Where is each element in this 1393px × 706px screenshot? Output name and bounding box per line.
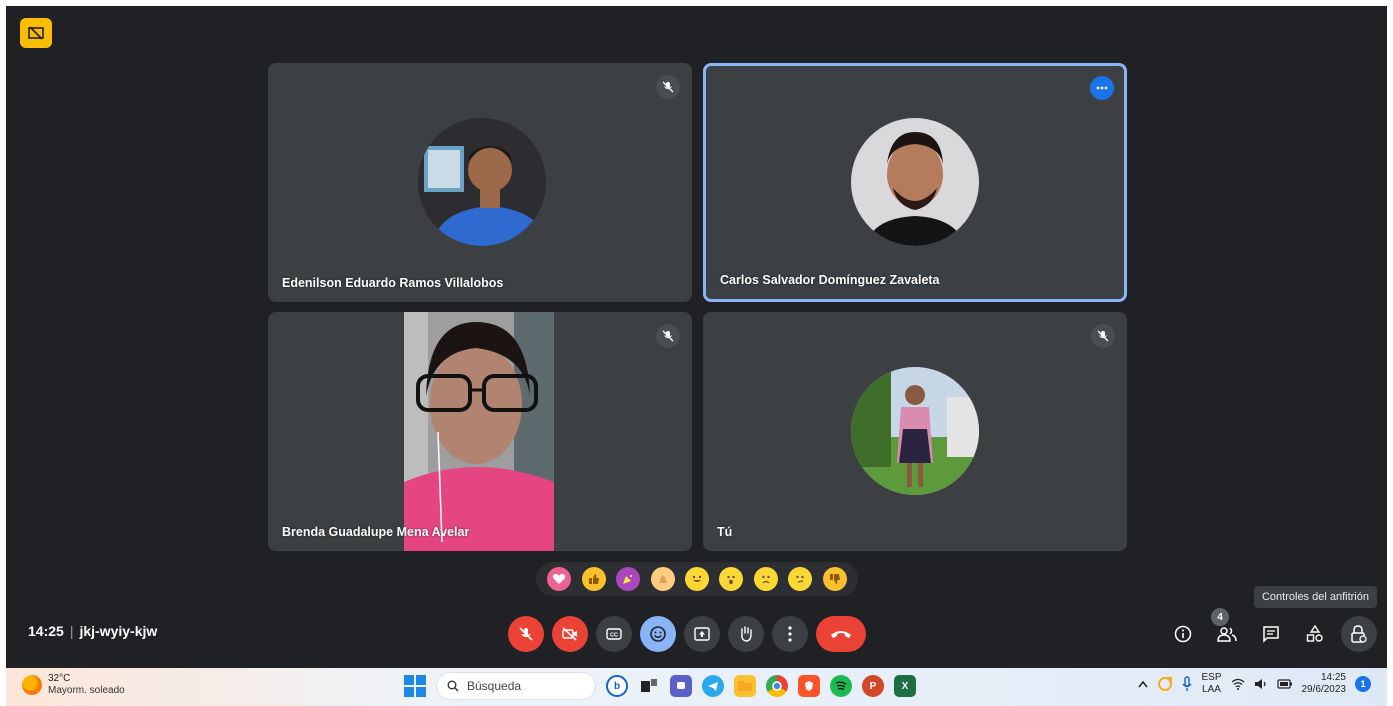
mic-off-icon [1091,324,1115,348]
screen: Edenilson Eduardo Ramos Villalobos Carlo… [0,0,1393,706]
participant-avatar [851,118,979,246]
mic-off-icon [656,75,680,99]
emoji-icon [650,626,666,642]
file-explorer-icon[interactable] [734,675,756,697]
battery-icon[interactable] [1276,678,1293,690]
search-placeholder: Búsqueda [467,679,522,693]
mic-off-icon [519,627,533,641]
call-controls: CC [508,614,866,654]
system-tray: ESP LAA 14:25 29/6/2023 1 [1138,672,1371,696]
clock-date: 29/6/2023 [1301,684,1347,695]
meeting-time: 14:25 [28,623,64,639]
camera-off-button[interactable] [552,616,588,652]
activities-icon [1306,625,1323,642]
separator: | [69,623,74,639]
taskbar-clock[interactable]: 14:25 29/6/2023 [1302,672,1347,696]
raise-hand-icon [741,626,752,642]
weather-widget[interactable]: 32°C Mayorm. soleado [22,673,125,697]
clock-time: 14:25 [1320,672,1346,683]
language-code: ESP [1201,672,1222,683]
participant-name: Edenilson Eduardo Ramos Villalobos [282,276,504,290]
mic-off-icon [656,324,680,348]
participant-video [404,312,554,551]
notification-badge[interactable]: 1 [1355,676,1371,692]
tears-of-joy-icon[interactable] [684,567,709,591]
host-controls-button[interactable] [1341,616,1377,652]
taskbar-search[interactable]: Búsqueda [436,672,596,700]
chat-button[interactable] [1253,616,1289,652]
leave-call-button[interactable] [816,616,866,652]
reactions-button[interactable] [640,616,676,652]
more-vert-icon [788,626,792,642]
participant-tile[interactable]: Brenda Guadalupe Mena Avelar [268,312,692,551]
people-icon [1217,627,1237,642]
participant-tile[interactable]: Edenilson Eduardo Ramos Villalobos [268,63,692,302]
party-popper-icon[interactable] [616,567,641,591]
crying-icon[interactable] [753,567,778,591]
present-icon [694,627,710,641]
camera-off-icon [562,627,577,641]
participant-name: Carlos Salvador Domínguez Zavaleta [720,273,940,287]
task-view-icon[interactable] [638,675,660,697]
sync-icon[interactable] [1157,676,1173,692]
taskbar: 32°C Mayorm. soleado Búsqueda b P X ESP … [6,668,1387,706]
host-controls-tooltip: Controles del anfitrión [1253,586,1377,608]
clapping-hands-icon[interactable] [650,567,675,591]
chrome-icon[interactable] [766,675,788,697]
astonished-icon[interactable] [719,567,744,591]
taskbar-apps: Búsqueda b P X [404,672,916,700]
weather-sun-icon [22,675,42,695]
chat-icon [1263,626,1279,643]
telegram-icon[interactable] [702,675,724,697]
people-count-badge: 4 [1211,608,1229,626]
volume-icon[interactable] [1254,678,1268,690]
windows-start-icon[interactable] [404,675,426,697]
temperature: 32°C [48,673,71,684]
language-indicator[interactable]: ESP LAA [1201,672,1221,696]
powerpoint-icon[interactable]: P [862,675,884,697]
captions-icon: CC [606,628,622,640]
microphone-icon[interactable] [1182,676,1193,692]
info-icon [1174,625,1192,643]
captions-button[interactable]: CC [596,616,632,652]
meeting-code[interactable]: jkj-wyiy-kjw [79,623,157,639]
search-icon [447,680,459,692]
thinking-icon[interactable] [788,567,813,591]
meeting-details-button[interactable] [1165,616,1201,652]
thumbs-up-icon[interactable] [581,567,606,591]
presentation-off-icon[interactable] [20,18,52,48]
teams-chat-icon[interactable] [670,675,692,697]
meeting-info: 14:25 | jkj-wyiy-kjw [28,623,157,639]
participant-avatar [851,367,979,495]
wifi-icon[interactable] [1231,678,1245,690]
participant-name: Brenda Guadalupe Mena Avelar [282,525,470,539]
people-button[interactable]: 4 [1209,608,1245,652]
hang-up-icon [831,631,851,638]
participant-tile-active[interactable]: Carlos Salvador Domínguez Zavaleta [703,63,1127,302]
more-options-button[interactable] [772,616,808,652]
meet-window: Edenilson Eduardo Ramos Villalobos Carlo… [6,6,1387,668]
sparkling-heart-icon[interactable] [547,567,572,591]
present-button[interactable] [684,616,720,652]
participant-name: Tú [717,525,733,539]
participant-tile-self[interactable]: Tú [703,312,1127,551]
raise-hand-button[interactable] [728,616,764,652]
participant-avatar [418,118,546,246]
chevron-up-icon[interactable] [1138,680,1149,688]
weather-description: Mayorm. soleado [48,685,125,696]
more-options-icon[interactable] [1090,76,1114,100]
keyboard-layout: LAA [1202,684,1221,695]
bing-icon[interactable]: b [606,675,628,697]
side-controls: 4 [1165,608,1377,652]
excel-icon[interactable]: X [894,675,916,697]
svg-text:CC: CC [610,633,618,639]
thumbs-down-icon[interactable] [822,567,847,591]
reactions-bar [536,562,858,596]
lock-person-icon [1351,625,1367,643]
activities-button[interactable] [1297,616,1333,652]
spotify-icon[interactable] [830,675,852,697]
mic-off-button[interactable] [508,616,544,652]
brave-icon[interactable] [798,675,820,697]
